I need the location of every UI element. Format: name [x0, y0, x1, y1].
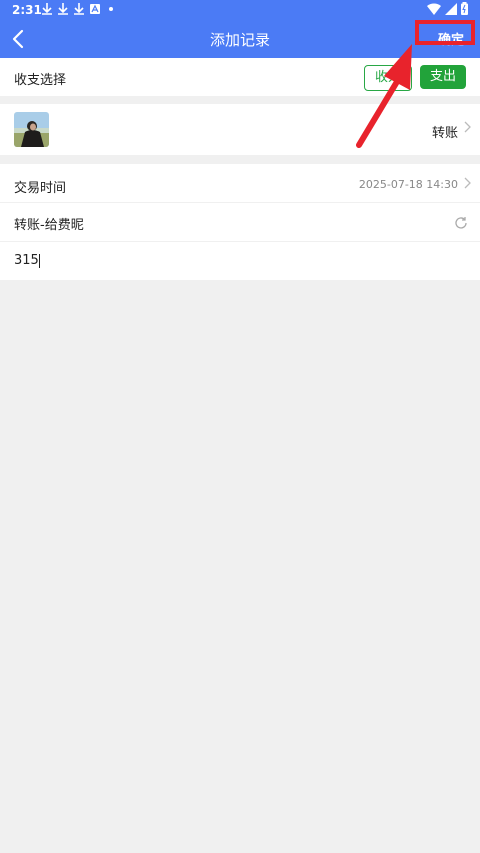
amount-value: 315	[14, 253, 39, 268]
time-row[interactable]: 交易时间 2025-07-18 14:30	[0, 164, 480, 203]
transaction-form: 交易时间 2025-07-18 14:30 转账-给费昵 315	[0, 164, 480, 280]
expense-button[interactable]: 支出	[420, 65, 466, 89]
dot-icon	[106, 2, 116, 16]
download-icon	[42, 2, 52, 16]
status-bar: 2:31	[0, 0, 480, 20]
time-label: 交易时间	[14, 181, 67, 196]
income-expense-row: 收支选择 收入 支出	[0, 58, 480, 96]
confirm-button[interactable]: 确定	[438, 29, 464, 48]
time-value: 2025-07-18 14:30	[358, 178, 458, 191]
text-cursor	[38, 253, 40, 268]
category-row[interactable]: 转账	[0, 104, 480, 155]
chevron-right-icon	[464, 177, 472, 193]
amount-field[interactable]: 315	[14, 253, 40, 268]
page-title: 添加记录	[209, 31, 270, 49]
status-system-icons	[427, 2, 468, 18]
note-row[interactable]: 转账-给费昵	[0, 203, 480, 241]
download-icon	[74, 2, 84, 16]
amount-row[interactable]: 315	[0, 242, 480, 280]
category-avatar	[14, 112, 49, 147]
app-bar: 添加记录 确定	[0, 20, 480, 58]
status-time: 2:31	[12, 3, 42, 17]
battery-icon	[461, 2, 468, 18]
refresh-icon[interactable]	[454, 215, 468, 234]
income-button[interactable]: 收入	[364, 65, 412, 91]
a-icon	[90, 2, 100, 16]
download-icon	[58, 2, 68, 16]
note-field[interactable]: 转账-给费昵	[14, 214, 84, 233]
income-expense-label: 收支选择	[14, 73, 67, 88]
category-label: 转账	[431, 126, 458, 141]
wifi-icon	[427, 2, 441, 18]
status-notification-icons	[42, 2, 116, 16]
chevron-right-icon	[464, 121, 472, 137]
signal-icon	[445, 2, 457, 18]
